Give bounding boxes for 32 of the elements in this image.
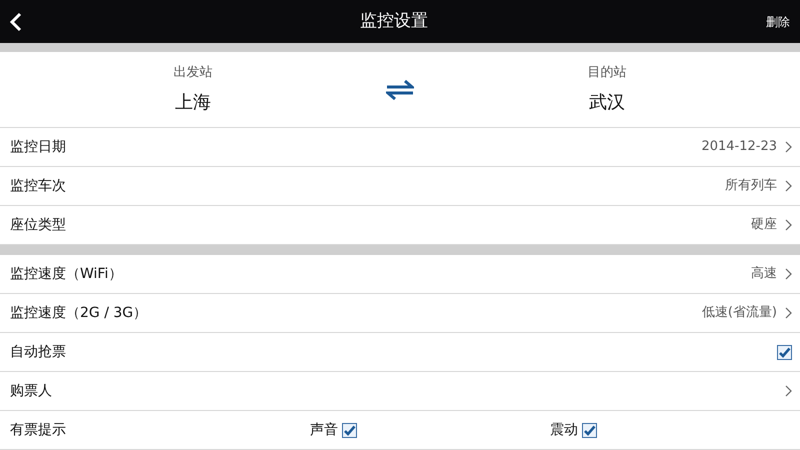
- chevron-right-icon: [785, 307, 792, 319]
- page-title: 监控设置: [359, 10, 429, 33]
- setting-label: 监控日期: [10, 138, 67, 156]
- option-label: 震动: [550, 420, 578, 440]
- setting-label: 有票提示: [10, 420, 67, 440]
- setting-label: 自动抢票: [10, 342, 67, 362]
- checkbox[interactable]: [777, 344, 792, 360]
- setting-value: 2014-12-23: [701, 138, 777, 156]
- option-label: 声音: [310, 420, 338, 440]
- setting-value: 低速(省流量): [702, 304, 777, 322]
- chevron-right-icon: [785, 180, 792, 192]
- chevron-right-icon: [785, 268, 792, 280]
- chevron-right-icon: [785, 385, 792, 397]
- back-icon[interactable]: [10, 12, 22, 32]
- checkbox[interactable]: [582, 422, 597, 438]
- swap-icon[interactable]: [386, 80, 414, 100]
- setting-label: 监控速度（WiFi）: [10, 264, 124, 284]
- setting-value: 硬座: [751, 216, 777, 234]
- destination-station[interactable]: 武汉: [589, 88, 625, 116]
- setting-value: 所有列车: [725, 177, 777, 196]
- setting-label: 座位类型: [10, 216, 67, 234]
- chevron-right-icon: [785, 141, 792, 153]
- checkbox[interactable]: [342, 422, 357, 438]
- delete-button[interactable]: 删除: [766, 12, 790, 30]
- departure-station[interactable]: 上海: [175, 88, 211, 116]
- setting-label: 监控速度（2G / 3G）: [10, 304, 148, 322]
- setting-value: 高速: [751, 265, 777, 284]
- chevron-right-icon: [785, 219, 792, 231]
- departure-label: 出发站: [174, 64, 212, 82]
- setting-label: 购票人: [10, 382, 53, 400]
- setting-label: 监控车次: [10, 176, 67, 196]
- destination-label: 目的站: [588, 64, 626, 82]
